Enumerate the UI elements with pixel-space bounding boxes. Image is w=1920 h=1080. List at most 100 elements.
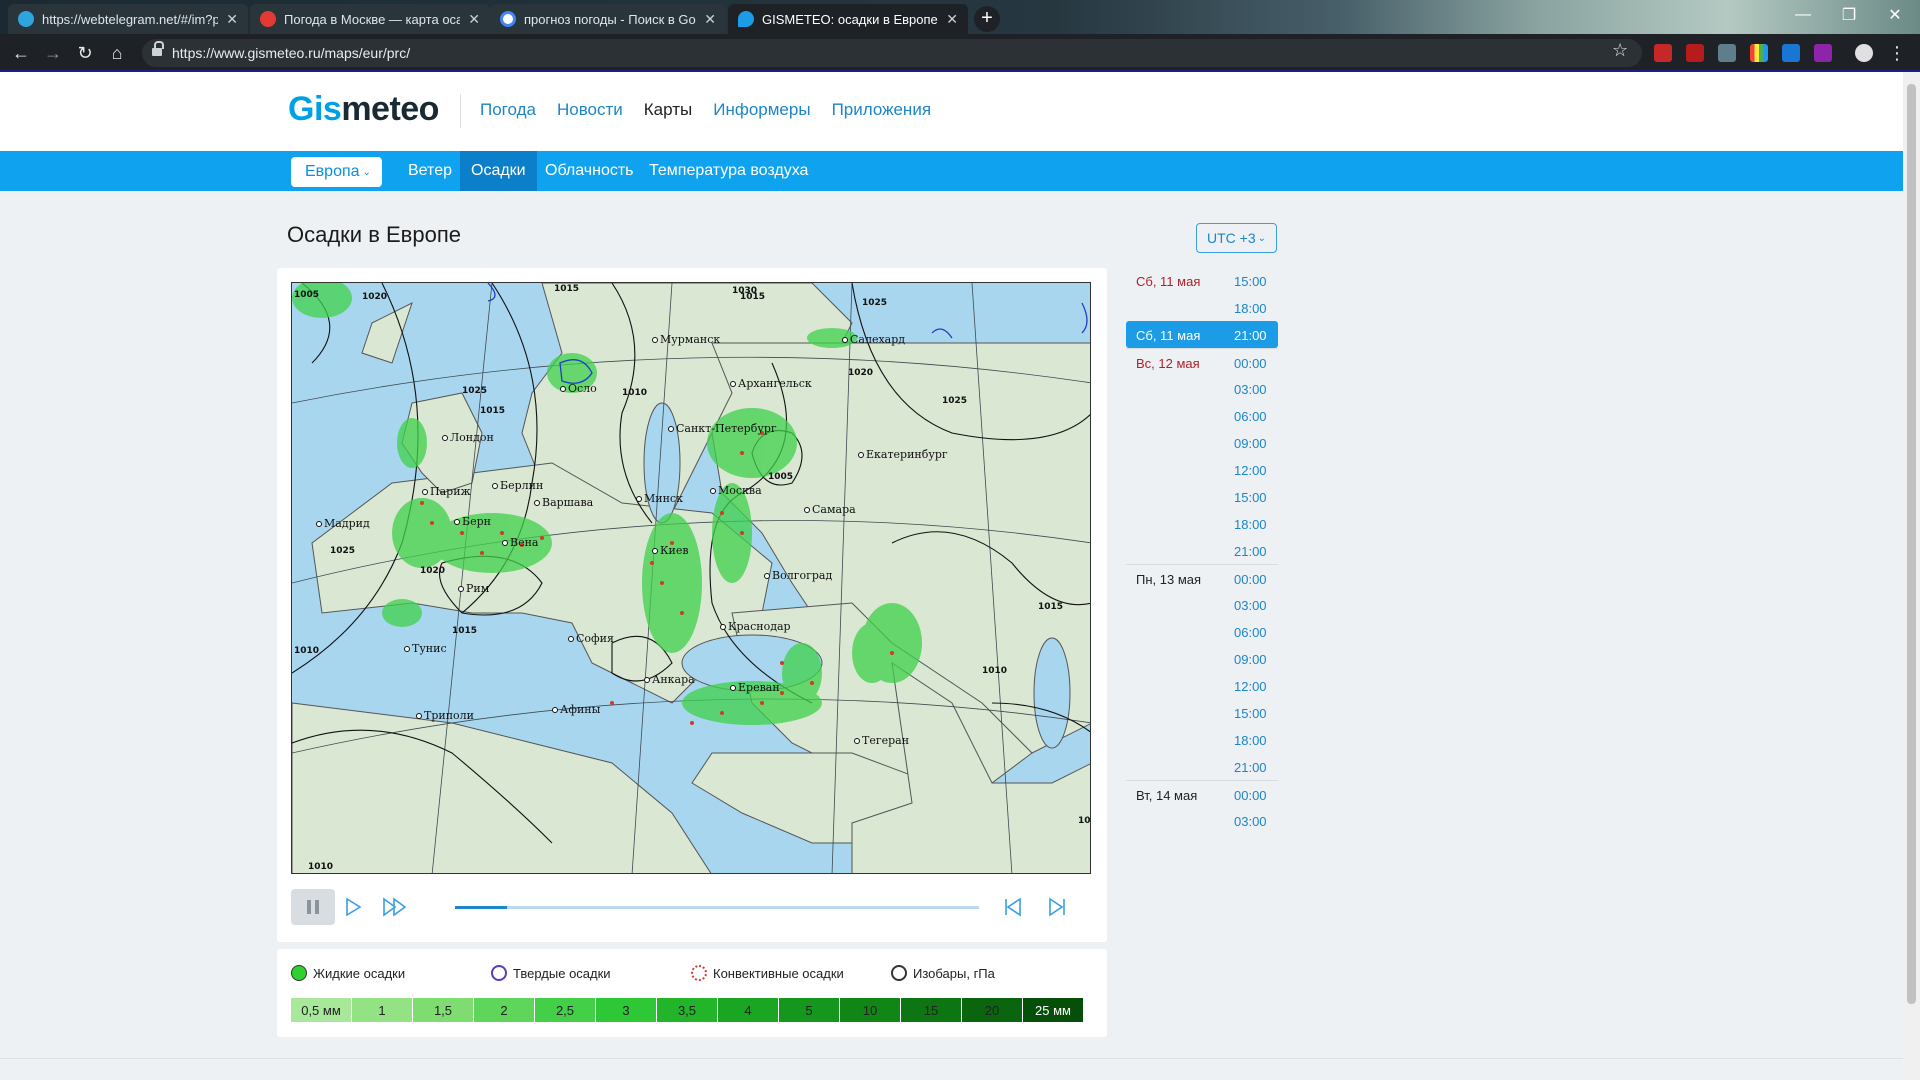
home-icon[interactable]: ⌂ [104, 40, 130, 66]
scale-cell: 15 [901, 998, 962, 1022]
minimize-button[interactable]: — [1780, 0, 1826, 30]
tab-cloudiness[interactable]: Облачность [534, 151, 645, 191]
timeline-row[interactable]: 15:00 [1126, 483, 1278, 510]
timeline-row[interactable]: 12:00 [1126, 672, 1278, 699]
timeline-day: Вт, 14 мая [1136, 788, 1198, 803]
pdf-extension-icon[interactable] [1686, 44, 1704, 62]
close-tab-icon[interactable]: ✕ [468, 11, 480, 28]
forward-icon[interactable]: → [40, 40, 66, 66]
region-select[interactable]: Европа ⌄ [291, 157, 382, 187]
timeline-row[interactable]: 09:00 [1126, 429, 1278, 456]
timeline-row[interactable]: 18:00 [1126, 726, 1278, 753]
precipitation-scale: 0,5 мм 1 1,5 2 2,5 3 3,5 4 5 10 15 20 25 мм [291, 998, 1084, 1022]
reload-icon[interactable]: ↻ [72, 40, 98, 66]
timeline-time: 00:00 [1234, 572, 1267, 587]
timeline-row[interactable]: Вс, 12 мая 00:00 [1126, 348, 1278, 375]
timeline-row[interactable]: 18:00 [1126, 510, 1278, 537]
skip-to-start-button[interactable] [991, 889, 1035, 925]
tab-air-temperature[interactable]: Температура воздуха [638, 151, 819, 191]
timeline-row[interactable]: 15:00 [1126, 699, 1278, 726]
timeline-row[interactable]: 06:00 [1126, 402, 1278, 429]
nav-apps[interactable]: Приложения [832, 100, 931, 120]
scale-cell: 25 мм [1023, 998, 1084, 1022]
svg-text:1005: 1005 [294, 290, 319, 300]
timeline-row[interactable]: 06:00 [1126, 618, 1278, 645]
precipitation-map[interactable]: 1005 1020 1015 1030 1025 1025 1015 1010 … [291, 282, 1091, 874]
scale-cell: 2 [474, 998, 535, 1022]
timeline-time: 00:00 [1234, 788, 1267, 803]
timeline-row[interactable]: 21:00 [1126, 537, 1278, 564]
city-label: Берн [454, 515, 491, 528]
svg-text:1025: 1025 [462, 386, 487, 396]
bookmark-star-icon[interactable]: ☆ [1612, 40, 1628, 61]
fast-forward-button[interactable] [373, 889, 417, 925]
timeline-time: 18:00 [1234, 301, 1267, 316]
city-label: Минск [636, 492, 683, 505]
close-tab-icon[interactable]: ✕ [704, 11, 716, 28]
timeline-row[interactable]: Пн, 13 мая 00:00 [1126, 564, 1278, 591]
back-icon[interactable]: ← [8, 40, 34, 66]
city-label: Архангельск [730, 377, 812, 390]
browser-tab-active[interactable]: GISMETEO: осадки в Европе - п ✕ [728, 4, 968, 34]
svg-text:1025: 1025 [330, 546, 355, 556]
legend-solid: Твердые осадки [491, 965, 611, 981]
timeline-time: 06:00 [1234, 625, 1267, 640]
city-label: Анкара [644, 673, 695, 686]
timeline-row[interactable]: 09:00 [1126, 645, 1278, 672]
timeline-row[interactable]: Сб, 11 мая 15:00 [1126, 267, 1278, 294]
city-label: Мадрид [316, 517, 370, 530]
browser-titlebar: https://webtelegram.net/#/im?p ✕ Погода … [0, 0, 1920, 34]
nav-informers[interactable]: Информеры [713, 100, 810, 120]
close-tab-icon[interactable]: ✕ [226, 11, 238, 28]
nav-weather[interactable]: Погода [480, 100, 536, 120]
timeline-row[interactable]: 12:00 [1126, 456, 1278, 483]
browser-tab[interactable]: Погода в Москве — карта осад ✕ [250, 4, 490, 34]
city-label: Париж [422, 485, 471, 498]
nav-news[interactable]: Новости [557, 100, 623, 120]
pin-icon [260, 11, 276, 27]
city-label: Варшава [534, 496, 593, 509]
ublock-extension-icon[interactable] [1654, 44, 1672, 62]
timeline-row[interactable]: Сб, 11 мая 21:00 [1126, 321, 1278, 348]
browser-tab[interactable]: прогноз погоды - Поиск в Goo ✕ [490, 4, 726, 34]
timeline-row[interactable]: Вт, 14 мая 00:00 [1126, 780, 1278, 807]
extension-icon[interactable] [1718, 44, 1736, 62]
timeline-row[interactable]: 18:00 [1126, 294, 1278, 321]
city-label: Афины [552, 703, 600, 716]
browser-tab[interactable]: https://webtelegram.net/#/im?p ✕ [8, 4, 248, 34]
svg-text:1010: 1010 [308, 862, 333, 872]
new-tab-button[interactable]: + [974, 6, 1000, 32]
close-tab-icon[interactable]: ✕ [946, 11, 958, 28]
city-label: Тегеран [854, 734, 909, 747]
profile-icon[interactable] [1855, 44, 1873, 62]
gismeteo-logo[interactable]: Gismeteo [288, 90, 439, 129]
timeline-row[interactable]: 03:00 [1126, 591, 1278, 618]
tab-precipitation[interactable]: Осадки [460, 151, 537, 191]
svg-text:1010: 1010 [982, 666, 1007, 676]
close-window-button[interactable]: ✕ [1872, 0, 1918, 30]
play-button[interactable] [331, 889, 375, 925]
timeline-row[interactable]: 03:00 [1126, 807, 1278, 834]
timeline-row[interactable]: 21:00 [1126, 753, 1278, 780]
svg-text:1015: 1015 [740, 292, 765, 302]
tab-wind[interactable]: Ветер [397, 151, 463, 191]
skip-to-end-button[interactable] [1035, 889, 1079, 925]
url-field[interactable]: https://www.gismeteo.ru/maps/eur/prc/ [142, 39, 1642, 67]
translate-extension-icon[interactable] [1782, 44, 1800, 62]
menu-dots-icon[interactable]: ⋮ [1884, 40, 1910, 66]
scale-cell: 4 [718, 998, 779, 1022]
svg-text:1015: 1015 [554, 284, 579, 294]
colors-extension-icon[interactable] [1750, 44, 1768, 62]
svg-text:1020: 1020 [420, 566, 445, 576]
restore-button[interactable]: ❐ [1826, 0, 1872, 30]
timeline-time: 15:00 [1234, 490, 1267, 505]
pause-button[interactable] [291, 889, 335, 925]
page-scrollbar[interactable] [1903, 72, 1920, 1080]
timeline-progress-bar[interactable] [455, 906, 979, 909]
nav-maps[interactable]: Карты [644, 100, 692, 120]
extension-icon[interactable] [1814, 44, 1832, 62]
timezone-select[interactable]: UTC +3 ⌄ [1196, 223, 1277, 253]
timeline-row[interactable]: 03:00 [1126, 375, 1278, 402]
scale-cell: 20 [962, 998, 1023, 1022]
scrollbar-thumb[interactable] [1907, 84, 1916, 1004]
